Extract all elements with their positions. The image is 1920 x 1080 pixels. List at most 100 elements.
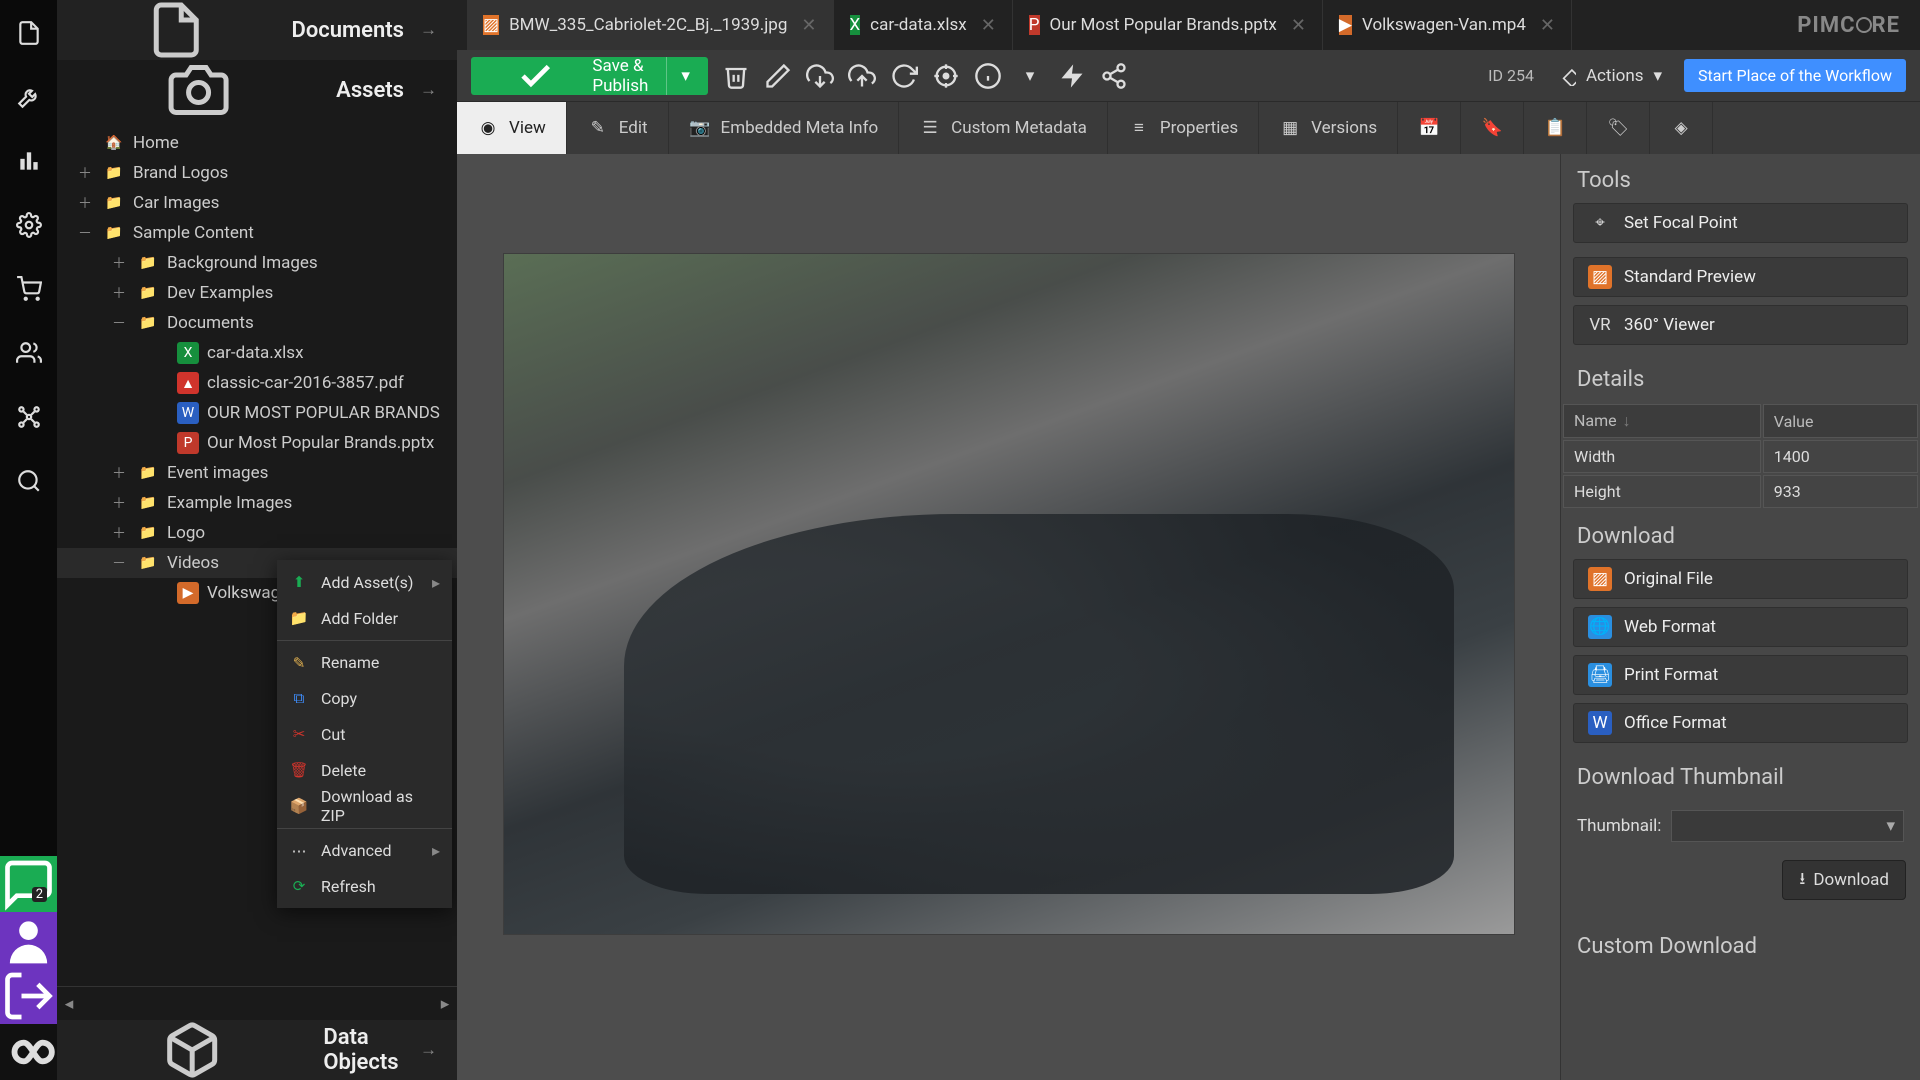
share-icon[interactable]	[1100, 62, 1128, 90]
ctx-cut[interactable]: ✂Cut	[277, 716, 452, 752]
tab-notes[interactable]: 📋	[1524, 102, 1587, 154]
tab-view[interactable]: ◉View	[457, 102, 567, 154]
collapse-icon[interactable]: －	[109, 553, 129, 573]
tree-item[interactable]: ＋📁Background Images	[57, 248, 457, 278]
excel-icon: X	[177, 342, 199, 364]
download-button[interactable]: ⭳Download	[1782, 860, 1906, 900]
ctx-delete[interactable]: 🗑Delete	[277, 752, 452, 788]
ctx-copy[interactable]: ⧉Copy	[277, 680, 452, 716]
scroll-left-icon[interactable]: ◂	[57, 994, 81, 1014]
infinity-icon[interactable]	[0, 1024, 57, 1080]
expand-icon[interactable]: ＋	[75, 163, 95, 183]
close-icon[interactable]: ✕	[1291, 15, 1306, 36]
image-viewer[interactable]	[457, 154, 1560, 1080]
expand-icon[interactable]: ＋	[109, 493, 129, 513]
tab-bookmark[interactable]: 🔖	[1461, 102, 1524, 154]
image-icon: ▨	[1588, 567, 1612, 591]
expand-icon[interactable]: ＋	[109, 253, 129, 273]
tree-file[interactable]: WOUR MOST POPULAR BRANDS	[57, 398, 457, 428]
wrench-icon[interactable]	[16, 84, 42, 110]
nodes-icon[interactable]	[16, 404, 42, 430]
workflow-button[interactable]: Start Place of the Workflow	[1684, 59, 1906, 92]
search-icon[interactable]	[16, 468, 42, 494]
tab-custom-meta[interactable]: ☰Custom Metadata	[899, 102, 1108, 154]
close-icon[interactable]: ✕	[981, 15, 996, 36]
file-icon[interactable]	[16, 20, 42, 46]
scroll-right-icon[interactable]: ▸	[433, 994, 457, 1014]
tab-vw-video[interactable]: ▶Volkswagen-Van.mp4✕	[1323, 0, 1572, 50]
tab-schedule[interactable]: 📅	[1398, 102, 1461, 154]
standard-preview-button[interactable]: ▨Standard Preview	[1573, 257, 1908, 297]
collapse-icon[interactable]: －	[109, 313, 129, 333]
tab-edit[interactable]: ✎Edit	[567, 102, 669, 154]
name-col[interactable]: Name↓	[1563, 404, 1761, 438]
ctx-advanced[interactable]: ⋯Advanced▸	[277, 828, 452, 868]
save-dropdown[interactable]: ▾	[666, 57, 690, 95]
user-button[interactable]	[0, 912, 57, 968]
tree-file[interactable]: POur Most Popular Brands.pptx	[57, 428, 457, 458]
cloud-upload-icon[interactable]	[848, 62, 876, 90]
tree-home[interactable]: 🏠Home	[57, 128, 457, 158]
tree-item[interactable]: ＋📁Car Images	[57, 188, 457, 218]
tree-file[interactable]: ▲classic-car-2016-3857.pdf	[57, 368, 457, 398]
expand-icon[interactable]: ＋	[109, 463, 129, 483]
cloud-download-icon[interactable]	[806, 62, 834, 90]
tab-versions[interactable]: ▦Versions	[1259, 102, 1398, 154]
save-publish-button[interactable]: Save & Publish ▾	[471, 57, 708, 95]
tab-brands-ppt[interactable]: POur Most Popular Brands.pptx✕	[1013, 0, 1323, 50]
edit-button[interactable]	[764, 62, 792, 90]
chevron-right-icon: ▸	[432, 841, 440, 860]
reload-icon[interactable]	[890, 62, 918, 90]
info-icon[interactable]	[974, 62, 1002, 90]
tree-file[interactable]: Xcar-data.xlsx	[57, 338, 457, 368]
documents-header[interactable]: Documents →	[57, 0, 457, 60]
logout-button[interactable]	[0, 968, 57, 1024]
expand-icon[interactable]: ＋	[75, 193, 95, 213]
actions-dropdown[interactable]: Actions▾	[1548, 66, 1670, 86]
expand-icon[interactable]: ＋	[109, 523, 129, 543]
ctx-zip[interactable]: 📦Download as ZIP	[277, 788, 452, 824]
data-objects-header[interactable]: Data Objects →	[57, 1020, 457, 1080]
chat-button[interactable]: 2	[0, 856, 57, 912]
ctx-add-folder[interactable]: 📁Add Folder	[277, 600, 452, 636]
asset-tree: 🏠Home ＋📁Brand Logos ＋📁Car Images －📁Sampl…	[57, 120, 457, 986]
ctx-add-assets[interactable]: ⬆Add Asset(s)▸	[277, 564, 452, 600]
delete-button[interactable]	[722, 62, 750, 90]
cart-icon[interactable]	[16, 276, 42, 302]
download-print-button[interactable]: 🖨Print Format	[1573, 655, 1908, 695]
ctx-rename[interactable]: ✎Rename	[277, 640, 452, 680]
tab-tags[interactable]: 🏷	[1587, 102, 1650, 154]
close-icon[interactable]: ✕	[1540, 15, 1555, 36]
tree-item[interactable]: ＋📁Event images	[57, 458, 457, 488]
value-col[interactable]: Value	[1763, 404, 1918, 438]
expand-icon[interactable]: ＋	[109, 283, 129, 303]
viewer-360-button[interactable]: VR360° Viewer	[1573, 305, 1908, 345]
download-office-button[interactable]: WOffice Format	[1573, 703, 1908, 743]
chart-icon[interactable]	[16, 148, 42, 174]
thumbnail-select[interactable]: ▾	[1671, 810, 1904, 842]
tab-properties[interactable]: ≡Properties	[1108, 102, 1259, 154]
tree-item[interactable]: ＋📁Brand Logos	[57, 158, 457, 188]
tree-item[interactable]: ＋📁Example Images	[57, 488, 457, 518]
tree-item[interactable]: －📁Documents	[57, 308, 457, 338]
download-web-button[interactable]: 🌐Web Format	[1573, 607, 1908, 647]
tree-item[interactable]: ＋📁Dev Examples	[57, 278, 457, 308]
tab-bmw-image[interactable]: ▨BMW_335_Cabriolet-2C_Bj._1939.jpg✕	[467, 0, 834, 50]
collapse-icon[interactable]: －	[75, 223, 95, 243]
tab-meta[interactable]: 📷Embedded Meta Info	[669, 102, 900, 154]
chevron-down-icon[interactable]: ▾	[1016, 62, 1044, 90]
target-icon[interactable]	[932, 62, 960, 90]
calendar-icon: 📅	[1418, 117, 1440, 139]
tab-car-data[interactable]: Xcar-data.xlsx✕	[834, 0, 1013, 50]
tree-item[interactable]: ＋📁Logo	[57, 518, 457, 548]
tab-workflow[interactable]: ◈	[1650, 102, 1713, 154]
flash-icon[interactable]	[1058, 62, 1086, 90]
people-icon[interactable]	[16, 340, 42, 366]
set-focal-point-button[interactable]: ⌖Set Focal Point	[1573, 203, 1908, 243]
download-original-button[interactable]: ▨Original File	[1573, 559, 1908, 599]
gear-icon[interactable]	[16, 212, 42, 238]
ctx-refresh[interactable]: ⟳Refresh	[277, 868, 452, 904]
assets-header[interactable]: Assets →	[57, 60, 457, 120]
close-icon[interactable]: ✕	[801, 15, 816, 36]
tree-item[interactable]: －📁Sample Content	[57, 218, 457, 248]
